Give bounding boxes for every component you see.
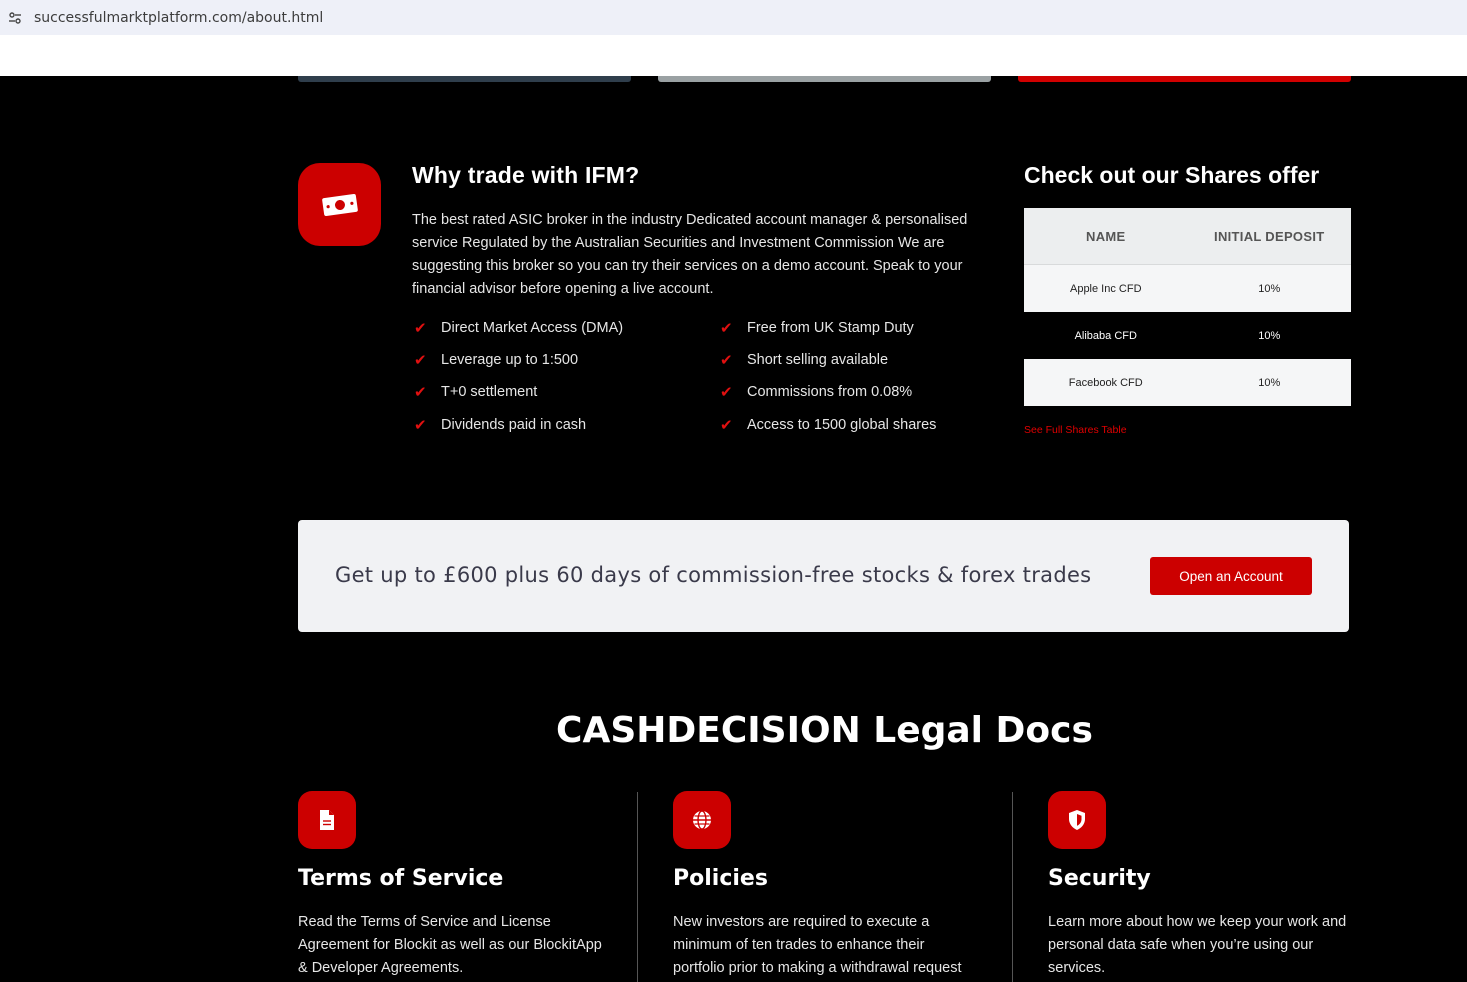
feature-label: Access to 1500 global shares <box>747 417 937 433</box>
doc-text: Learn more about how we keep your work a… <box>1048 914 1347 976</box>
checkmark-icon: ✔ <box>720 417 733 434</box>
cell-name: Alibaba CFD <box>1074 329 1137 342</box>
table-row: Alibaba CFD 10% <box>1024 312 1351 359</box>
doc-title: Security <box>1048 866 1151 891</box>
table-row: Facebook CFD 10% <box>1024 359 1351 406</box>
column-divider <box>637 792 638 982</box>
feature-item: ✔ Free from UK Stamp Duty <box>720 319 914 337</box>
card-bottom-gray <box>658 76 991 82</box>
table-header: NAME INITIAL DEPOSIT <box>1024 208 1351 265</box>
shares-title: Check out our Shares offer <box>1024 162 1320 188</box>
column-divider <box>1012 792 1013 982</box>
doc-text: Read the Terms of Service and License Ag… <box>298 914 602 976</box>
feature-label: Dividends paid in cash <box>441 417 587 433</box>
doc-title: Terms of Service <box>298 866 504 891</box>
feature-label: Short selling available <box>747 352 889 368</box>
tune-icon[interactable] <box>6 9 24 27</box>
shares-table: NAME INITIAL DEPOSIT Apple Inc CFD 10% A… <box>1024 208 1351 406</box>
why-title: Why trade with IFM? <box>412 162 640 188</box>
checkmark-icon: ✔ <box>720 384 733 401</box>
column-header-deposit: INITIAL DEPOSIT <box>1214 228 1325 244</box>
feature-item: ✔ Short selling available <box>720 351 888 369</box>
column-header-name: NAME <box>1086 228 1126 244</box>
cell-name: Apple Inc CFD <box>1069 282 1142 295</box>
feature-item: ✔ Leverage up to 1:500 <box>414 351 578 369</box>
card-bottom-dark <box>298 76 631 82</box>
feature-label: Direct Market Access (DMA) <box>441 320 624 336</box>
cell-deposit: 10% <box>1258 329 1281 342</box>
feature-label: Free from UK Stamp Duty <box>747 320 914 336</box>
card-bottom-red <box>1018 76 1351 82</box>
why-description: The best rated ASIC broker in the indust… <box>412 212 968 297</box>
url-text[interactable]: successfulmarktplatform.com/about.html <box>34 10 323 26</box>
banknote-icon <box>298 163 381 246</box>
feature-label: Commissions from 0.08% <box>747 384 913 400</box>
header-strip <box>0 35 1467 76</box>
feature-item: ✔ Commissions from 0.08% <box>720 383 912 401</box>
checkmark-icon: ✔ <box>414 352 427 369</box>
feature-item: ✔ Access to 1500 global shares <box>720 416 936 434</box>
checkmark-icon: ✔ <box>414 384 427 401</box>
feature-item: ✔ Direct Market Access (DMA) <box>414 319 623 337</box>
legal-title: CASHDECISION Legal Docs <box>556 710 1093 751</box>
globe-icon <box>673 791 731 849</box>
checkmark-icon: ✔ <box>720 352 733 369</box>
promo-banner: Get up to £600 plus 60 days of commissio… <box>298 520 1349 632</box>
checkmark-icon: ✔ <box>720 320 733 337</box>
cell-name: Facebook CFD <box>1068 376 1143 389</box>
cell-deposit: 10% <box>1258 282 1281 295</box>
promo-text: Get up to £600 plus 60 days of commissio… <box>335 563 1092 587</box>
table-row: Apple Inc CFD 10% <box>1024 265 1351 312</box>
cell-deposit: 10% <box>1258 376 1281 389</box>
checkmark-icon: ✔ <box>414 417 427 434</box>
doc-title: Policies <box>673 866 768 891</box>
feature-item: ✔ Dividends paid in cash <box>414 416 586 434</box>
shield-icon <box>1048 791 1106 849</box>
feature-item: ✔ T+0 settlement <box>414 383 537 401</box>
feature-label: T+0 settlement <box>441 384 538 400</box>
checkmark-icon: ✔ <box>414 320 427 337</box>
document-icon <box>298 791 356 849</box>
doc-text: New investors are required to execute a … <box>673 914 962 976</box>
see-full-shares-link[interactable]: See Full Shares Table <box>1024 424 1127 436</box>
feature-label: Leverage up to 1:500 <box>441 352 579 368</box>
open-account-button[interactable]: Open an Account <box>1150 557 1312 595</box>
address-bar[interactable]: successfulmarktplatform.com/about.html <box>0 0 1467 35</box>
